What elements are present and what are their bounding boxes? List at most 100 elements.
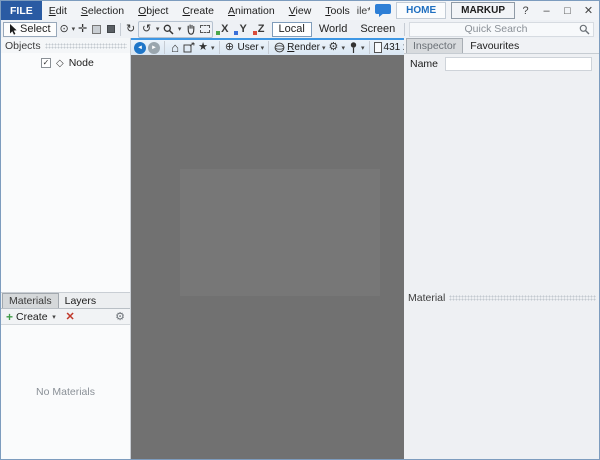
separator: [120, 23, 121, 36]
coord-world-button[interactable]: World: [313, 22, 354, 37]
render-mode-caret[interactable]: ▾: [322, 44, 326, 52]
tab-home[interactable]: HOME: [396, 2, 446, 19]
nav-forward-button[interactable]: ►: [148, 42, 160, 54]
maximize-button[interactable]: □: [557, 1, 578, 20]
quick-search-area: [405, 20, 599, 38]
help-button[interactable]: ?: [515, 1, 536, 20]
orbit-camera-icon[interactable]: ↻: [124, 22, 137, 37]
tab-favourites[interactable]: Favourites: [463, 39, 526, 53]
delete-material-button[interactable]: ✕: [66, 310, 75, 323]
coord-screen-button[interactable]: Screen: [354, 22, 401, 37]
favorite-views-star-icon[interactable]: ★: [197, 40, 209, 55]
tab-materials[interactable]: Materials: [2, 293, 59, 308]
materials-list-empty: No Materials: [1, 325, 130, 459]
materials-toolbar: + Create ▾ ✕ ⚙: [1, 308, 130, 325]
navigation-tool-group: ↺ ▾ ▾: [138, 21, 213, 38]
zoom-tool-caret[interactable]: ▾: [176, 25, 183, 33]
user-view-caret[interactable]: ▾: [261, 44, 265, 52]
viewport-toolbar: ◄ ► ⌂ ★ ▾ ⊕ User ▾ Render ▾ ⚙: [131, 38, 404, 55]
menu-file[interactable]: FILE: [1, 1, 42, 20]
light-pin-icon[interactable]: [347, 40, 359, 55]
fit-view-icon[interactable]: [183, 40, 195, 55]
tab-markup[interactable]: MARKUP: [451, 2, 515, 19]
node-diamond-icon: ◇: [56, 58, 64, 69]
node-visibility-checkbox[interactable]: ✓: [41, 58, 51, 68]
no-materials-text: No Materials: [36, 386, 95, 398]
create-material-button[interactable]: Create: [16, 311, 48, 323]
menu-tools[interactable]: Tools: [318, 1, 357, 20]
material-header-label: Material: [408, 292, 445, 304]
viewport-settings-gear-icon[interactable]: ⚙: [327, 40, 339, 55]
header-texture: [449, 295, 596, 301]
quick-search-input[interactable]: [413, 23, 579, 35]
create-dropdown-caret[interactable]: ▾: [51, 313, 58, 321]
materials-settings-gear-icon[interactable]: ⚙: [115, 310, 125, 323]
viewport-canvas[interactable]: [131, 55, 404, 459]
tab-layers[interactable]: Layers: [59, 294, 103, 308]
tree-row-node[interactable]: ✓ ◇ Node: [1, 53, 130, 69]
menu-create[interactable]: Create: [175, 1, 221, 20]
node-label: Node: [69, 57, 94, 69]
zoom-region-icon[interactable]: [198, 22, 211, 37]
viewport-page-preview: [180, 169, 380, 296]
axis-z-button[interactable]: Z: [251, 22, 268, 37]
right-panel: Inspector Favourites Name Material: [404, 38, 599, 459]
nav-back-button[interactable]: ◄: [134, 42, 146, 54]
search-icon: [579, 24, 590, 35]
render-mode-dropdown[interactable]: Render: [287, 42, 320, 53]
minimize-button[interactable]: –: [536, 1, 557, 20]
main-area: Objects ✓ ◇ Node Materials Layers + Crea…: [1, 38, 599, 459]
light-caret[interactable]: ▾: [361, 44, 365, 52]
cursor-icon: [9, 24, 17, 35]
snap-dropdown-caret[interactable]: ▾: [72, 25, 76, 33]
feedback-button[interactable]: [370, 1, 396, 20]
window-title: NoNoname.file* - FinalMesh: [357, 1, 370, 20]
titlebar: FILE Edit Selection Object Create Animat…: [1, 1, 599, 20]
chat-bubble-icon: [375, 4, 391, 17]
menu-edit[interactable]: Edit: [42, 1, 74, 20]
left-panel: Objects ✓ ◇ Node Materials Layers + Crea…: [1, 38, 131, 459]
objects-panel-header: Objects: [1, 38, 130, 53]
menu-animation[interactable]: Animation: [221, 1, 282, 20]
name-input[interactable]: [445, 57, 592, 71]
axis-y-button[interactable]: Y: [232, 22, 249, 37]
snap-rotate-icon[interactable]: ⊙: [58, 22, 71, 37]
menu-selection[interactable]: Selection: [74, 1, 131, 20]
coord-local-button[interactable]: Local: [272, 22, 312, 37]
rotate-view-caret[interactable]: ▾: [154, 25, 161, 33]
menu-view[interactable]: View: [282, 1, 319, 20]
zoom-tool-icon[interactable]: [162, 22, 175, 37]
select-tool-label: Select: [20, 23, 51, 35]
name-field-row: Name: [404, 54, 599, 74]
tab-inspector[interactable]: Inspector: [406, 38, 463, 53]
move-tool-icon[interactable]: ✛: [76, 22, 89, 37]
inspector-spacer: [404, 74, 599, 290]
home-view-button[interactable]: ⌂: [169, 40, 181, 55]
scale-tool-icon[interactable]: [90, 22, 103, 37]
pan-hand-icon[interactable]: [184, 22, 197, 37]
menu-object[interactable]: Object: [131, 1, 175, 20]
separator: [164, 41, 165, 54]
pivot-tool-icon[interactable]: [104, 22, 117, 37]
main-toolbar: Select ⊙ ▾ ✛ ↻ ↺ ▾ ▾: [1, 20, 599, 38]
axis-y-color-dot: [234, 31, 238, 35]
favorite-views-caret[interactable]: ▾: [211, 44, 215, 52]
name-label: Name: [410, 58, 438, 70]
objects-header-label: Objects: [5, 40, 41, 52]
app-window: FILE Edit Selection Object Create Animat…: [0, 0, 600, 460]
separator: [369, 41, 370, 54]
viewport-column: ◄ ► ⌂ ★ ▾ ⊕ User ▾ Render ▾ ⚙: [131, 38, 404, 459]
materials-layers-tabs: Materials Layers: [1, 292, 130, 308]
objects-tree[interactable]: ✓ ◇ Node: [1, 53, 130, 292]
separator: [219, 41, 220, 54]
close-button[interactable]: ✕: [578, 1, 599, 20]
render-sphere-icon: [273, 40, 285, 55]
axis-x-button[interactable]: X: [214, 22, 231, 37]
viewport-settings-caret[interactable]: ▾: [341, 44, 345, 52]
select-tool-button[interactable]: Select: [3, 22, 57, 37]
user-view-dropdown[interactable]: User: [238, 42, 259, 53]
quick-search-box[interactable]: [409, 22, 594, 37]
plus-icon: +: [6, 310, 13, 324]
rotate-view-icon[interactable]: ↺: [140, 22, 153, 37]
globe-icon: ⊕: [224, 40, 236, 55]
